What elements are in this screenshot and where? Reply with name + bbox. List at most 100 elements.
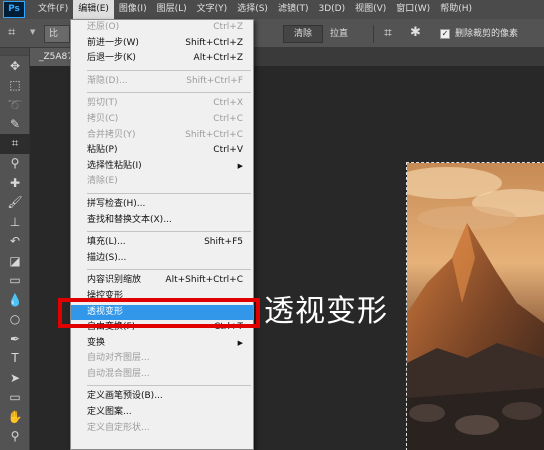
chevron-down-icon[interactable]: ▼ bbox=[30, 28, 35, 36]
menu-item[interactable]: 定义画笔预设(B)... bbox=[71, 389, 253, 405]
menu-item[interactable]: 清除(E) bbox=[71, 174, 253, 190]
clear-button[interactable]: 清除 bbox=[283, 25, 323, 43]
eraser-tool-icon[interactable]: ◪ bbox=[0, 251, 30, 271]
menu-item-label: 定义画笔预设(B)... bbox=[87, 391, 163, 402]
menu-item-shortcut: Shift+Ctrl+Z bbox=[185, 37, 243, 48]
menu-separator bbox=[87, 69, 251, 71]
menu-item-shortcut: Ctrl+V bbox=[213, 145, 243, 156]
menu-item[interactable]: 粘贴(P) Ctrl+V bbox=[71, 143, 253, 159]
menu-item[interactable]: 帮助(H) bbox=[435, 0, 477, 19]
gear-icon[interactable]: ✱ bbox=[410, 24, 421, 42]
zoom-tool-icon[interactable]: ⚲ bbox=[0, 427, 30, 447]
menu-item-label: 填充(L)... bbox=[87, 237, 126, 248]
menu-item-shortcut: Ctrl+Z bbox=[213, 22, 243, 32]
tool-list: ✥ ⬚ ➰ ✎ ⌗ ⚲ ✚ 🖌 ⊥ ↶ ◪ ▭ 💧 ○ ✒ T ➤ ▭ ✋ ⚲ bbox=[0, 56, 30, 447]
hand-tool-icon[interactable]: ✋ bbox=[0, 407, 30, 427]
gradient-tool-icon[interactable]: ▭ bbox=[0, 271, 30, 291]
menu-item[interactable]: 3D(D) bbox=[313, 0, 350, 19]
marquee-tool-icon[interactable]: ⬚ bbox=[0, 76, 30, 96]
document-tab[interactable]: _Z5A87 bbox=[30, 48, 72, 66]
menu-item[interactable]: 描边(S)... bbox=[71, 251, 253, 267]
menu-item[interactable]: 滤镜(T) bbox=[273, 0, 314, 19]
menu-item-label: 清除(E) bbox=[87, 176, 118, 187]
menu-item-label: 自动混合图层... bbox=[87, 368, 150, 379]
menu-item[interactable]: 定义自定形状... bbox=[71, 421, 253, 437]
menu-item[interactable]: 窗口(W) bbox=[391, 0, 435, 19]
crop-tool-icon[interactable]: ⌗ bbox=[0, 134, 30, 154]
submenu-arrow-icon: ▶ bbox=[237, 338, 243, 347]
blur-tool-icon[interactable]: 💧 bbox=[0, 290, 30, 310]
menu-item[interactable]: 还原(O) Ctrl+Z bbox=[71, 20, 253, 36]
menu-separator bbox=[87, 385, 251, 387]
menu-separator bbox=[87, 231, 251, 233]
brush-tool-icon[interactable]: 🖌 bbox=[0, 193, 30, 213]
history-brush-tool-icon[interactable]: ↶ bbox=[0, 232, 30, 252]
quick-select-tool-icon[interactable]: ✎ bbox=[0, 115, 30, 135]
menu-item[interactable]: 渐隐(D)... Shift+Ctrl+F bbox=[71, 74, 253, 90]
submenu-arrow-icon: ▶ bbox=[237, 161, 243, 170]
menu-items: 文件(F) 编辑(E) 图像(I) 图层(L) 文字(Y) 选择(S) 滤镜(T) 3D(D)… bbox=[33, 0, 477, 19]
move-tool-icon[interactable]: ✥ bbox=[0, 56, 30, 76]
edit-menu-dropdown: 还原(O) Ctrl+Z 前进一步(W) Shift+Ctrl+Z 后退一步(K) Alt… bbox=[70, 19, 254, 450]
menu-item[interactable]: 自动混合图层... bbox=[71, 367, 253, 383]
photoshop-logo: Ps bbox=[3, 1, 25, 18]
menu-item[interactable]: 图像(I) bbox=[114, 0, 152, 19]
eyedropper-tool-icon[interactable]: ⚲ bbox=[0, 154, 30, 174]
menu-item-shortcut: Shift+Ctrl+F bbox=[186, 75, 243, 86]
menu-separator bbox=[87, 92, 251, 94]
menu-item-shortcut: Ctrl+X bbox=[213, 98, 243, 109]
menu-item-label: 自动对齐图层... bbox=[87, 353, 150, 364]
crop-preset-icon[interactable]: ⌗ bbox=[8, 25, 15, 41]
menu-item[interactable]: 文字(Y) bbox=[192, 0, 233, 19]
menu-item-label: 剪切(T) bbox=[87, 98, 118, 109]
menu-item[interactable]: 合并拷贝(Y) Shift+Ctrl+C bbox=[71, 128, 253, 144]
menu-item[interactable]: 视图(V) bbox=[350, 0, 391, 19]
rectangle-tool-icon[interactable]: ▭ bbox=[0, 388, 30, 408]
menu-item-shortcut: Alt+Shift+Ctrl+C bbox=[165, 275, 243, 286]
menu-item[interactable]: 前进一步(W) Shift+Ctrl+Z bbox=[71, 36, 253, 52]
delete-cropped-checkbox[interactable]: ✓ bbox=[440, 29, 450, 39]
menu-item[interactable]: 填充(L)... Shift+F5 bbox=[71, 235, 253, 251]
menu-item[interactable]: 编辑(E) bbox=[73, 0, 114, 19]
mountain-photo bbox=[406, 162, 544, 450]
menu-item[interactable]: 自动对齐图层... bbox=[71, 351, 253, 367]
toolbox: ✥ ⬚ ➰ ✎ ⌗ ⚲ ✚ 🖌 ⊥ ↶ ◪ ▭ 💧 ○ ✒ T ➤ ▭ ✋ ⚲ bbox=[0, 48, 30, 450]
menu-item[interactable]: 拷贝(C) Ctrl+C bbox=[71, 112, 253, 128]
healing-brush-tool-icon[interactable]: ✚ bbox=[0, 173, 30, 193]
menu-item[interactable]: 内容识别缩放 Alt+Shift+Ctrl+C bbox=[71, 273, 253, 289]
edit-menu-items: 还原(O) Ctrl+Z 前进一步(W) Shift+Ctrl+Z 后退一步(K) Alt… bbox=[71, 20, 253, 436]
menu-item-label: 选择性粘贴(I) bbox=[87, 160, 142, 171]
straighten-button[interactable]: 拉直 bbox=[330, 25, 348, 43]
menu-separator bbox=[87, 269, 251, 271]
annotation-label: 透视变形 bbox=[264, 294, 388, 329]
clone-stamp-tool-icon[interactable]: ⊥ bbox=[0, 212, 30, 232]
menu-item[interactable]: 选择(S) bbox=[232, 0, 273, 19]
type-tool-icon[interactable]: T bbox=[0, 349, 30, 369]
divider bbox=[373, 25, 374, 43]
menu-item[interactable]: 定义图案... bbox=[71, 405, 253, 421]
menu-item[interactable]: 变换 ▶ bbox=[71, 336, 253, 352]
menu-item-shortcut: Shift+F5 bbox=[204, 237, 243, 248]
menu-item[interactable]: 剪切(T) Ctrl+X bbox=[71, 96, 253, 112]
menu-item[interactable]: 文件(F) bbox=[33, 0, 73, 19]
menu-item-label: 还原(O) bbox=[87, 22, 120, 32]
path-select-tool-icon[interactable]: ➤ bbox=[0, 368, 30, 388]
menu-item-label: 后退一步(K) bbox=[87, 53, 136, 64]
pen-tool-icon[interactable]: ✒ bbox=[0, 329, 30, 349]
lasso-tool-icon[interactable]: ➰ bbox=[0, 95, 30, 115]
menu-item-shortcut: Shift+Ctrl+C bbox=[185, 129, 243, 140]
menu-item[interactable]: 拼写检查(H)... bbox=[71, 197, 253, 213]
menu-item-label: 内容识别缩放 bbox=[87, 275, 142, 286]
menu-item-label: 前进一步(W) bbox=[87, 37, 139, 48]
dodge-tool-icon[interactable]: ○ bbox=[0, 310, 30, 330]
toolbox-grip[interactable] bbox=[0, 48, 29, 56]
menu-item[interactable]: 后退一步(K) Alt+Ctrl+Z bbox=[71, 51, 253, 67]
menu-item[interactable]: 查找和替换文本(X)... bbox=[71, 213, 253, 229]
menu-item[interactable]: 选择性粘贴(I) ▶ bbox=[71, 159, 253, 175]
menu-item-label: 渐隐(D)... bbox=[87, 75, 128, 86]
menu-item-label: 粘贴(P) bbox=[87, 145, 118, 156]
menu-item[interactable]: 图层(L) bbox=[152, 0, 192, 19]
menu-bar: Ps 文件(F) 编辑(E) 图像(I) 图层(L) 文字(Y) 选择(S) 滤镜(T) 3D… bbox=[0, 0, 544, 19]
overlay-grid-icon[interactable]: ⌗ bbox=[384, 24, 392, 42]
ratio-select[interactable]: 比 bbox=[44, 25, 70, 43]
